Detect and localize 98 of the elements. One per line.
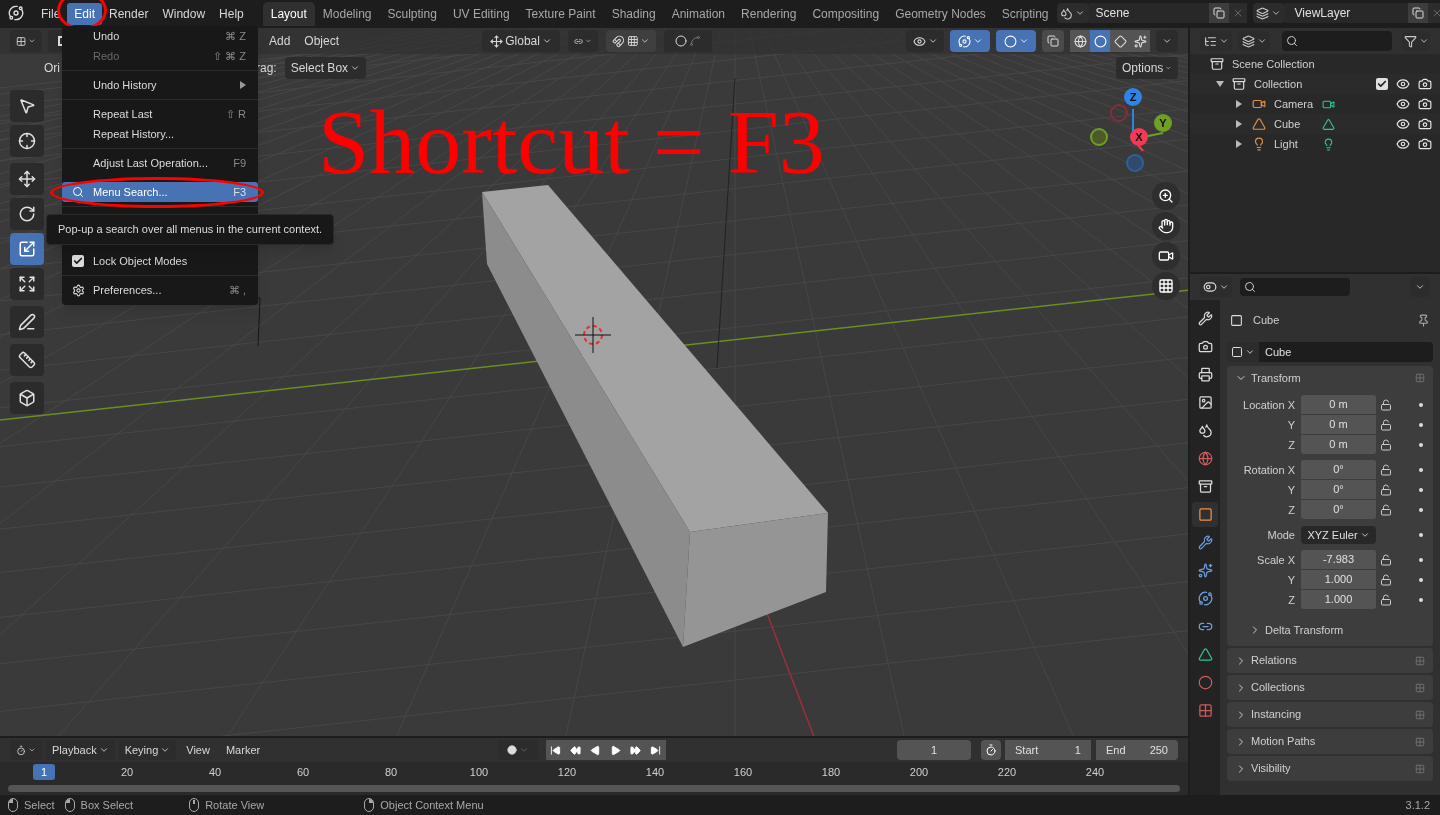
number-field[interactable]: 1.000 xyxy=(1301,570,1376,589)
end-field[interactable]: End 250 xyxy=(1096,740,1178,760)
menu-dropdown[interactable]: Playback xyxy=(46,740,115,760)
options-dropdown[interactable]: Options xyxy=(1116,57,1178,79)
scene-field[interactable]: Scene xyxy=(1088,3,1209,23)
menu-item[interactable]: Undo History xyxy=(62,75,258,95)
object-name: Cube xyxy=(1253,312,1280,328)
header-menu[interactable]: View xyxy=(180,741,216,759)
workspace-tab[interactable]: Texture Paint xyxy=(517,2,604,26)
number-field[interactable]: -7.983 xyxy=(1301,550,1376,569)
frame-number: 220 xyxy=(996,764,1018,780)
frame-number: 80 xyxy=(383,764,399,780)
orientation-dropdown[interactable]: Global xyxy=(482,30,561,52)
number-field[interactable]: 0 m xyxy=(1301,395,1376,414)
menu-item[interactable]: Edit xyxy=(67,3,103,25)
tree-item-label[interactable]: Collection xyxy=(1254,75,1303,93)
workspace-tab[interactable]: Geometry Nodes xyxy=(887,2,994,26)
workspace-tab[interactable]: Modeling xyxy=(314,2,380,26)
menu-item[interactable]: Render xyxy=(102,3,156,25)
orientation-label: Global xyxy=(505,33,540,50)
workspace-tab[interactable]: Sculpting xyxy=(379,2,445,26)
status-hint: Select xyxy=(24,797,55,813)
menu-item[interactable]: Help xyxy=(212,3,251,25)
status-hint: Box Select xyxy=(80,797,134,813)
number-field[interactable]: 0 m xyxy=(1301,415,1376,434)
collapsed-panel[interactable]: Instancing xyxy=(1227,702,1433,727)
frame-number: 120 xyxy=(556,764,578,780)
field-label: Z xyxy=(1287,592,1296,608)
frame-number: 200 xyxy=(908,764,930,780)
name-field[interactable]: Cube xyxy=(1259,342,1433,362)
frame-number: 100 xyxy=(468,764,490,780)
workspace-tab[interactable]: Scripting xyxy=(993,2,1057,26)
menu-item[interactable]: Repeat History... xyxy=(62,124,258,144)
panel-title[interactable]: Visibility xyxy=(1251,760,1291,777)
menu-item[interactable]: Preferences... ⌘ , xyxy=(62,280,258,300)
collapsed-panel[interactable]: Visibility xyxy=(1227,756,1433,781)
frame-number: 160 xyxy=(732,764,754,780)
panel-title[interactable]: Relations xyxy=(1251,652,1297,669)
collapsed-panel[interactable]: Motion Paths xyxy=(1227,729,1433,754)
tree-item-label[interactable]: Cube xyxy=(1274,115,1314,133)
field-label: Y xyxy=(1286,417,1296,433)
version-label: 3.1.2 xyxy=(1405,797,1430,813)
field-label: Location X xyxy=(1242,397,1296,413)
workspace-tab[interactable]: Rendering xyxy=(733,2,805,26)
frame-number: 140 xyxy=(644,764,666,780)
panel-title[interactable]: Transform xyxy=(1251,369,1301,387)
workspace-tab[interactable]: Layout xyxy=(262,2,315,26)
workspace-tab[interactable]: UV Editing xyxy=(444,2,518,26)
annotation-text: Shortcut = F3 xyxy=(318,96,825,188)
panel-title[interactable]: Collections xyxy=(1251,679,1305,696)
field-label: Mode xyxy=(1266,527,1296,543)
frame-number: 240 xyxy=(1084,764,1106,780)
frame-field[interactable]: 1 xyxy=(897,740,971,760)
workspace-tab[interactable]: Animation xyxy=(663,2,734,26)
collapsed-panel[interactable]: Collections xyxy=(1227,675,1433,700)
orientation-label: Ori xyxy=(44,60,60,77)
current-frame-badge[interactable]: 1 xyxy=(33,763,55,781)
number-field[interactable]: 0° xyxy=(1301,500,1376,519)
field-label: Y xyxy=(1286,572,1296,588)
tooltip: Pop-up a search over all menus in the current context. xyxy=(46,214,335,245)
frame-number: 40 xyxy=(207,764,223,780)
frame-number: 180 xyxy=(820,764,842,780)
menu-item[interactable]: Window xyxy=(155,3,213,25)
frame-number: 60 xyxy=(295,764,311,780)
start-field[interactable]: Start 1 xyxy=(1005,740,1091,760)
workspace-tab[interactable]: Shading xyxy=(603,2,664,26)
panel-title[interactable]: Motion Paths xyxy=(1251,733,1316,750)
workspace-tab[interactable]: Compositing xyxy=(804,2,888,26)
field-label: Z xyxy=(1287,437,1296,453)
frame-number: 20 xyxy=(119,764,135,780)
field-label: Y xyxy=(1286,482,1296,498)
menu-item[interactable]: Menu Search... F3 xyxy=(62,182,258,202)
number-field[interactable]: 0° xyxy=(1301,480,1376,499)
menu-item[interactable]: Adjust Last Operation... F9 xyxy=(62,153,258,173)
tree-item-label[interactable]: Scene Collection xyxy=(1232,55,1315,73)
panel-title[interactable]: Instancing xyxy=(1251,706,1302,723)
panel-title[interactable]: Delta Transform xyxy=(1265,621,1344,639)
field-label: Z xyxy=(1287,502,1296,518)
drag-dropdown[interactable]: Select Box xyxy=(284,57,367,79)
tree-item-label[interactable]: Light xyxy=(1274,135,1314,153)
menu-item[interactable]: Lock Object Modes xyxy=(62,251,258,271)
mode-dropdown[interactable]: XYZ Euler xyxy=(1301,526,1376,544)
header-menu[interactable]: Object xyxy=(299,32,345,50)
tree-item-label[interactable]: Camera xyxy=(1274,95,1314,113)
status-hint: Object Context Menu xyxy=(380,797,484,813)
number-field[interactable]: 0 m xyxy=(1301,435,1376,454)
view-layer-field[interactable]: ViewLayer xyxy=(1284,3,1408,23)
header-menu[interactable]: Marker xyxy=(219,741,267,759)
menu-item[interactable]: Repeat Last ⇧ R xyxy=(62,104,258,124)
menu-dropdown[interactable]: Keying xyxy=(118,740,177,760)
number-field[interactable]: 1.000 xyxy=(1301,590,1376,609)
header-menu[interactable]: Add xyxy=(264,32,296,50)
field-label: Rotation X xyxy=(1242,462,1296,478)
status-hint: Rotate View xyxy=(205,797,265,813)
menu-item[interactable]: Undo ⌘ Z xyxy=(62,26,258,46)
number-field[interactable]: 0° xyxy=(1301,460,1376,479)
collapsed-panel[interactable]: Relations xyxy=(1227,648,1433,673)
field-label: Scale X xyxy=(1256,552,1296,568)
